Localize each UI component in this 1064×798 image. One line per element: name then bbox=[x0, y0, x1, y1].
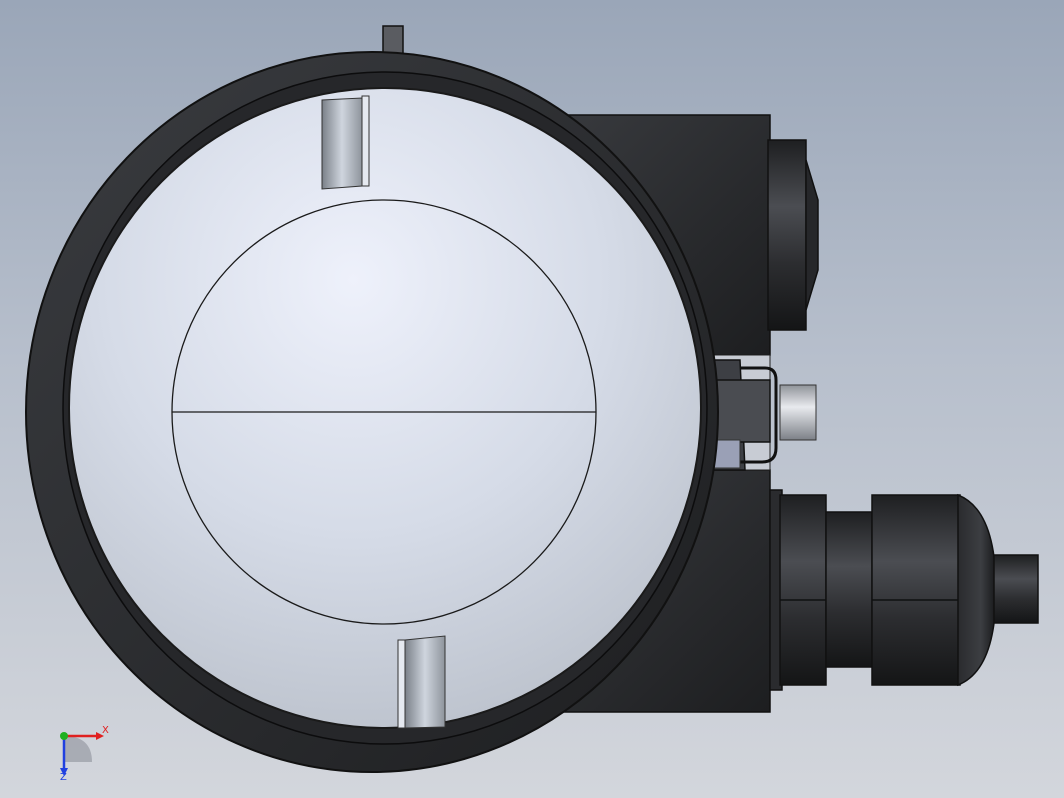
z-axis-label: Z bbox=[60, 772, 67, 783]
gland-hex-nut[interactable] bbox=[779, 494, 827, 686]
y-axis-dot bbox=[60, 732, 68, 740]
gland-neck[interactable] bbox=[825, 511, 873, 668]
gland-sealing-nut[interactable] bbox=[871, 494, 961, 686]
cable-gland[interactable] bbox=[769, 489, 1039, 691]
cover-slot-bottom[interactable] bbox=[397, 635, 446, 729]
ground-screw-shank[interactable] bbox=[779, 384, 817, 441]
ground-screw-head[interactable] bbox=[711, 379, 771, 443]
housing-cover[interactable] bbox=[68, 87, 702, 729]
cable-stub[interactable] bbox=[993, 554, 1039, 624]
cad-model-view[interactable]: X Z bbox=[0, 0, 1064, 798]
orientation-triad[interactable]: X Z bbox=[60, 725, 109, 783]
x-axis-label: X bbox=[102, 725, 109, 736]
gland-dome-cap[interactable] bbox=[957, 493, 997, 687]
cover-slot-top[interactable] bbox=[321, 95, 370, 190]
upper-cable-gland-body[interactable] bbox=[767, 139, 807, 331]
graphics-viewport[interactable]: X Z bbox=[0, 0, 1064, 798]
upper-cable-gland-cap[interactable] bbox=[805, 159, 819, 311]
